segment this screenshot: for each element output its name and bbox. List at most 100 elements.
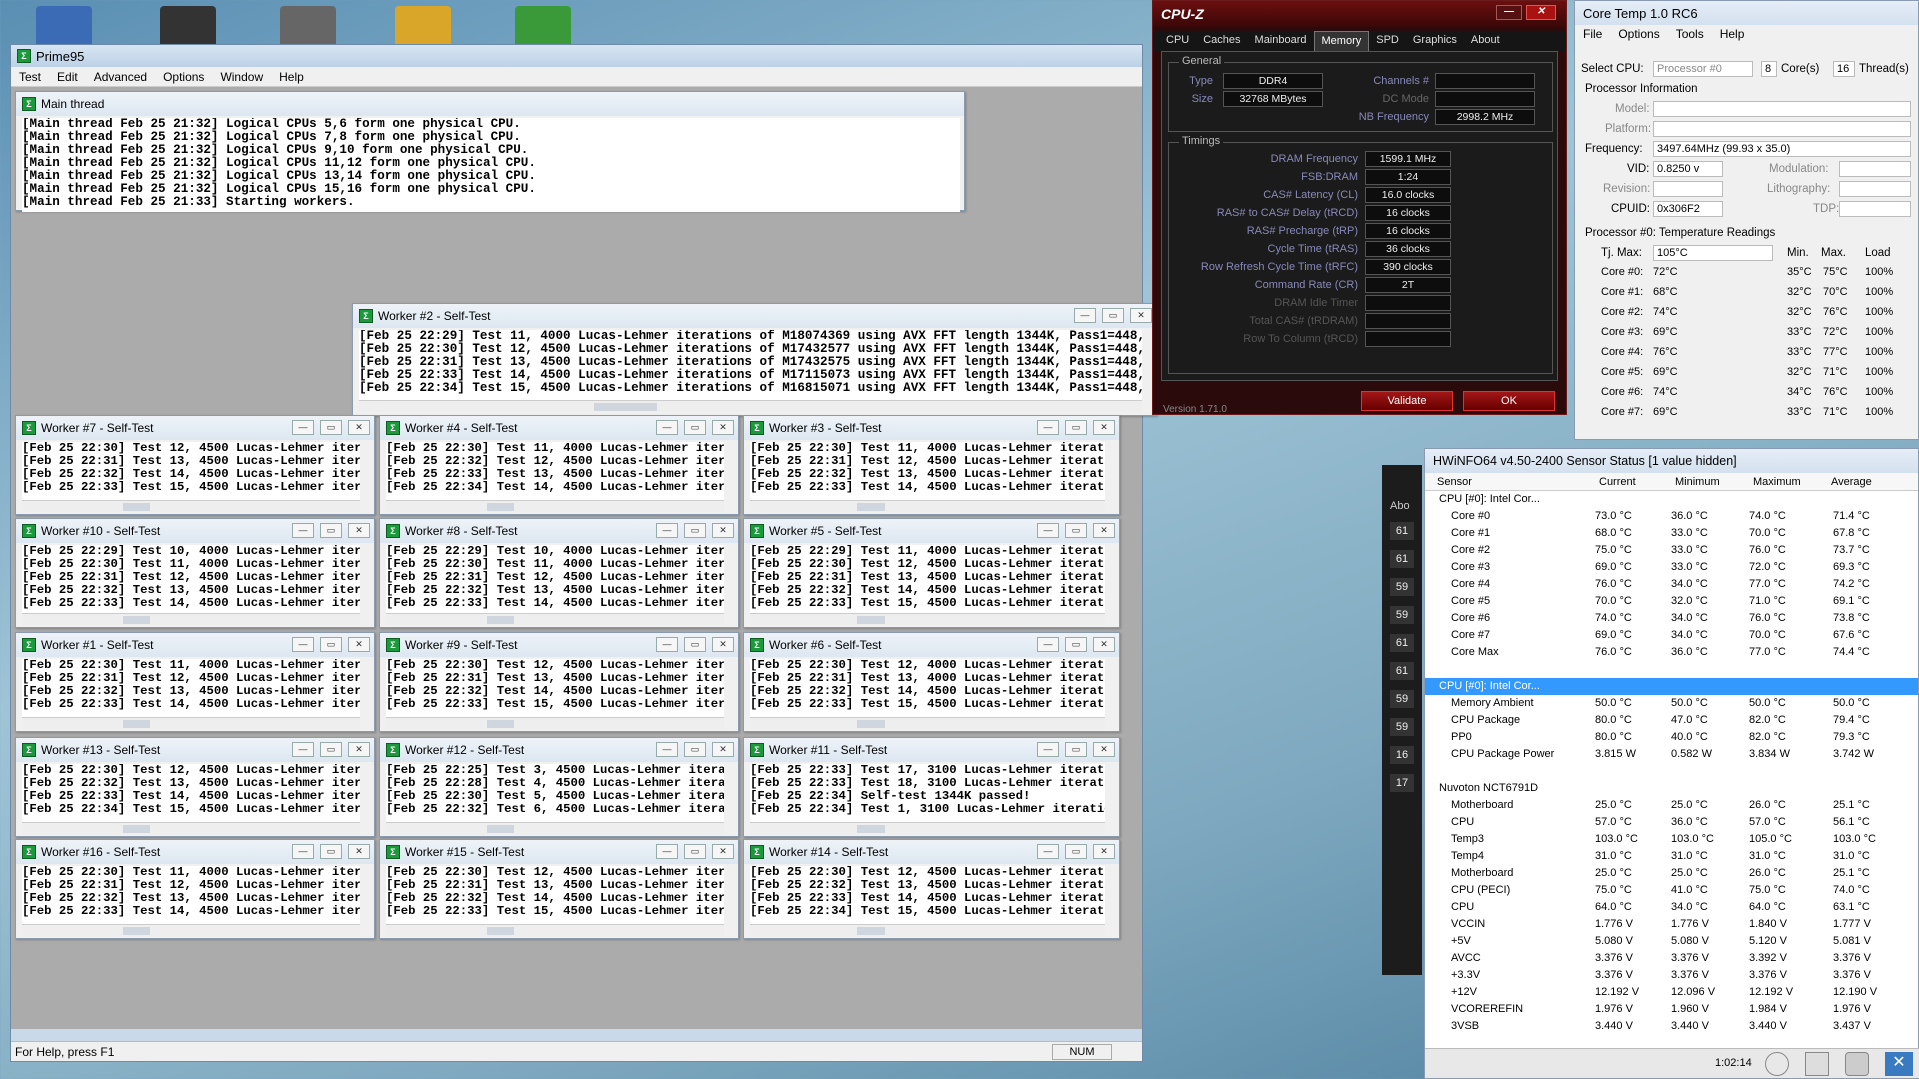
horizontal-scrollbar[interactable]: [750, 717, 1105, 729]
menu-test[interactable]: Test: [11, 70, 49, 84]
scroll-thumb[interactable]: [856, 927, 885, 935]
horizontal-scrollbar[interactable]: [386, 924, 724, 936]
sensor-group-row[interactable]: CPU [#0]: Intel Cor...: [1425, 491, 1918, 508]
ct-menu-file[interactable]: File: [1583, 27, 1602, 41]
maximize-icon[interactable]: ▭: [1065, 844, 1087, 859]
horizontal-scrollbar[interactable]: [22, 924, 360, 936]
sensor-row[interactable]: Core #4 76.0 °C 34.0 °C 77.0 °C 74.2 °C: [1425, 576, 1918, 593]
maximize-icon[interactable]: ▭: [320, 844, 342, 859]
worker-window[interactable]: Σ Worker #5 - Self-Test — ▭ ✕ [Feb 25 22:29] …: [743, 518, 1120, 628]
worker-window[interactable]: Σ Worker #6 - Self-Test — ▭ ✕ [Feb 25 22:30] …: [743, 632, 1120, 732]
scroll-thumb[interactable]: [856, 825, 885, 833]
scroll-thumb[interactable]: [856, 503, 885, 511]
close-icon[interactable]: ✕: [1093, 523, 1115, 538]
worker-window[interactable]: Σ Worker #9 - Self-Test — ▭ ✕ [Feb 25 22:30] …: [379, 632, 739, 732]
sensor-row[interactable]: CPU Package 80.0 °C 47.0 °C 82.0 °C 79.4 °C: [1425, 712, 1918, 729]
minimize-icon[interactable]: —: [292, 420, 314, 435]
strip-tab[interactable]: Abo: [1382, 465, 1422, 512]
report-icon[interactable]: [1805, 1052, 1829, 1076]
col-average[interactable]: Average: [1831, 476, 1872, 488]
minimize-icon[interactable]: —: [1037, 742, 1059, 757]
menu-help[interactable]: Help: [271, 70, 312, 84]
scroll-thumb[interactable]: [487, 503, 515, 511]
horizontal-scrollbar[interactable]: [750, 500, 1105, 512]
maximize-icon[interactable]: ▭: [1065, 742, 1087, 757]
sensor-row[interactable]: CPU Package Power 3.815 W 0.582 W 3.834 W 3.…: [1425, 746, 1918, 763]
maximize-icon[interactable]: ▭: [320, 420, 342, 435]
scroll-thumb[interactable]: [487, 825, 515, 833]
minimize-icon[interactable]: —: [656, 637, 678, 652]
horizontal-scrollbar[interactable]: [22, 500, 360, 512]
sensor-row[interactable]: Core #0 73.0 °C 36.0 °C 74.0 °C 71.4 °C: [1425, 508, 1918, 525]
sensor-row[interactable]: CPU (PECI) 75.0 °C 41.0 °C 75.0 °C 74.0 °C: [1425, 882, 1918, 899]
minimize-icon[interactable]: —: [292, 523, 314, 538]
sensor-row[interactable]: VCOREREFIN 1.976 V 1.960 V 1.984 V 1.976 V: [1425, 1001, 1918, 1018]
horizontal-scrollbar[interactable]: [750, 924, 1105, 936]
sensor-row[interactable]: Motherboard 25.0 °C 25.0 °C 26.0 °C 25.1 °C: [1425, 865, 1918, 882]
col-sensor[interactable]: Sensor: [1437, 476, 1472, 488]
maximize-icon[interactable]: ▭: [684, 523, 706, 538]
worker-window[interactable]: Σ Worker #11 - Self-Test — ▭ ✕ [Feb 25 22:33]…: [743, 737, 1120, 837]
close-icon[interactable]: ✕: [1093, 420, 1115, 435]
worker-window[interactable]: Σ Worker #15 - Self-Test — ▭ ✕ [Feb 25 22:30]…: [379, 839, 739, 939]
hwinfo-close-icon[interactable]: ✕: [1885, 1052, 1913, 1076]
close-icon[interactable]: ✕: [1130, 308, 1152, 323]
cpuz-minimize-icon[interactable]: —: [1496, 5, 1522, 20]
menu-window[interactable]: Window: [212, 70, 271, 84]
horizontal-scrollbar[interactable]: [22, 613, 360, 625]
horizontal-scrollbar[interactable]: [386, 613, 724, 625]
horizontal-scrollbar[interactable]: [22, 717, 360, 729]
sensor-row[interactable]: Temp3 103.0 °C 103.0 °C 105.0 °C 103.0 °C: [1425, 831, 1918, 848]
sensor-row[interactable]: Core Max 76.0 °C 36.0 °C 77.0 °C 74.4 °C: [1425, 644, 1918, 661]
worker-window[interactable]: Σ Worker #10 - Self-Test — ▭ ✕ [Feb 25 22:29]…: [15, 518, 375, 628]
maximize-icon[interactable]: ▭: [1065, 637, 1087, 652]
maximize-icon[interactable]: ▭: [320, 637, 342, 652]
close-icon[interactable]: ✕: [712, 637, 734, 652]
minimize-icon[interactable]: —: [1037, 420, 1059, 435]
col-minimum[interactable]: Minimum: [1675, 476, 1720, 488]
worker-window[interactable]: Σ Worker #4 - Self-Test — ▭ ✕ [Feb 25 22:30] …: [379, 415, 739, 515]
col-current[interactable]: Current: [1599, 476, 1636, 488]
ct-menu-tools[interactable]: Tools: [1676, 27, 1704, 41]
sensor-row[interactable]: +12V 12.192 V 12.096 V 12.192 V 12.190 V: [1425, 984, 1918, 1001]
sensor-group-row[interactable]: Nuvoton NCT6791D: [1425, 780, 1918, 797]
sensor-row[interactable]: CPU 64.0 °C 34.0 °C 64.0 °C 63.1 °C: [1425, 899, 1918, 916]
maximize-icon[interactable]: ▭: [684, 742, 706, 757]
worker-window[interactable]: Σ Worker #8 - Self-Test — ▭ ✕ [Feb 25 22:29] …: [379, 518, 739, 628]
scroll-thumb[interactable]: [856, 720, 885, 728]
minimize-icon[interactable]: —: [656, 420, 678, 435]
close-icon[interactable]: ✕: [348, 523, 370, 538]
clock-icon[interactable]: [1765, 1052, 1789, 1076]
sensor-row[interactable]: VCCIN 1.776 V 1.776 V 1.840 V 1.777 V: [1425, 916, 1918, 933]
worker-window[interactable]: Σ Worker #13 - Self-Test — ▭ ✕ [Feb 25 22:30]…: [15, 737, 375, 837]
maximize-icon[interactable]: ▭: [684, 420, 706, 435]
worker-2-window[interactable]: Σ Worker #2 - Self-Test — ▭ ✕ [Feb 25 22…: [352, 303, 1157, 416]
tab-cpu[interactable]: CPU: [1159, 31, 1196, 51]
horizontal-scrollbar[interactable]: [386, 717, 724, 729]
close-icon[interactable]: ✕: [712, 523, 734, 538]
ok-button[interactable]: OK: [1463, 391, 1555, 411]
sensor-row[interactable]: Core #1 68.0 °C 33.0 °C 70.0 °C 67.8 °C: [1425, 525, 1918, 542]
close-icon[interactable]: ✕: [712, 420, 734, 435]
minimize-icon[interactable]: —: [292, 742, 314, 757]
tab-memory[interactable]: Memory: [1313, 31, 1370, 51]
scroll-thumb[interactable]: [593, 403, 657, 411]
main-thread-window[interactable]: Σ Main thread [Main thread Feb 25 21:32]…: [15, 91, 965, 212]
minimize-icon[interactable]: —: [656, 844, 678, 859]
scroll-thumb[interactable]: [487, 616, 515, 624]
maximize-icon[interactable]: ▭: [1102, 308, 1124, 323]
ct-menu-options[interactable]: Options: [1618, 27, 1659, 41]
close-icon[interactable]: ✕: [712, 742, 734, 757]
minimize-icon[interactable]: —: [656, 523, 678, 538]
minimize-icon[interactable]: —: [292, 637, 314, 652]
minimize-icon[interactable]: —: [1037, 637, 1059, 652]
maximize-icon[interactable]: ▭: [1065, 523, 1087, 538]
worker-window[interactable]: Σ Worker #12 - Self-Test — ▭ ✕ [Feb 25 22:25]…: [379, 737, 739, 837]
tab-spd[interactable]: SPD: [1369, 31, 1406, 51]
close-icon[interactable]: ✕: [348, 844, 370, 859]
sensor-row[interactable]: Core #5 70.0 °C 32.0 °C 71.0 °C 69.1 °C: [1425, 593, 1918, 610]
horizontal-scrollbar[interactable]: [359, 400, 1142, 412]
close-icon[interactable]: ✕: [1093, 637, 1115, 652]
validate-button[interactable]: Validate: [1361, 391, 1453, 411]
worker-window[interactable]: Σ Worker #1 - Self-Test — ▭ ✕ [Feb 25 22:30] …: [15, 632, 375, 732]
